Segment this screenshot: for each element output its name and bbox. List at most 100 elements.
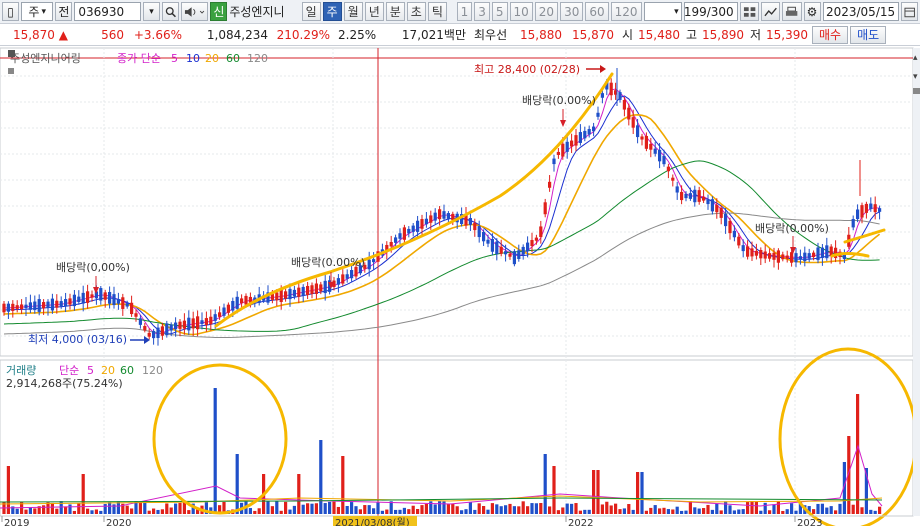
period-month[interactable]: 월 [343,2,363,21]
interval-10[interactable]: 10 [509,2,533,21]
chart-tool-icon[interactable] [760,2,781,21]
volume-bar [618,509,622,514]
candle-body [539,226,543,238]
print-icon[interactable] [782,2,802,21]
candle-body [583,130,587,139]
volume-bar [490,503,494,514]
up-arrow-icon: ▲ [58,27,68,42]
chart-area[interactable]: 주성엔지니어링 종가 단순 5 10 20 60 120 거래량 단순 5 20… [0,46,920,526]
period-week[interactable]: 주 [322,2,342,21]
new-listing-badge: 신 [210,2,228,21]
volume-bar [464,509,468,514]
speaker-icon[interactable] [181,2,209,21]
scroll-down-icon[interactable]: ▾ [913,72,918,82]
volume-bar [781,510,785,514]
candle-body [574,135,578,146]
right-scrollbar[interactable] [913,48,920,516]
gear-icon[interactable]: ⚙ [803,2,821,21]
dividend-annotation-2021: 배당락(0.00%) [522,94,596,107]
volume-legend-ma: 단순 [59,364,79,377]
x-label-2020: 2020 [106,518,131,526]
buy-button[interactable]: 매수 [812,25,849,44]
volume-bar [424,503,428,514]
candle-body [530,240,534,247]
code-dropdown-icon[interactable]: ▾ [143,2,161,21]
volume-bar [578,510,582,514]
volume-bar [130,508,134,514]
interval-30[interactable]: 30 [560,2,584,21]
search-icon[interactable] [162,2,180,21]
scroll-up-icon[interactable]: ▴ [913,53,918,63]
volume-bar [477,503,481,514]
candle-body [825,245,829,259]
candle-body [724,213,728,227]
date-field[interactable]: 2023/05/15 [822,2,899,21]
stock-code-input[interactable]: 036930 [74,2,142,21]
interval-3[interactable]: 3 [474,2,490,21]
candle-body [218,312,222,317]
interval-60[interactable]: 60 [585,2,609,21]
market-select[interactable]: 주 ▾ [21,2,54,21]
volume-bar [266,501,270,514]
volume-bar [367,505,371,514]
interval-120[interactable]: 120 [610,2,642,21]
layout-icon[interactable] [739,2,759,21]
dividend-annotation-2020: 배당락(0.00%) [291,256,365,269]
candle-body [759,249,763,259]
period-tick[interactable]: 틱 [427,2,447,21]
low-label: 저 [750,28,762,42]
candle-body [116,299,120,304]
volume-bar [534,503,538,514]
candle-body [807,253,811,259]
interval-dropdown-icon[interactable]: ▾ [643,2,682,21]
low-price: 15,390 [766,27,808,42]
period-day[interactable]: 일 [301,2,321,21]
volume-bar [187,510,191,514]
calendar-icon[interactable] [900,2,918,21]
interval-1[interactable]: 1 [456,2,473,21]
candle-body [86,291,90,303]
volume-bar [6,466,10,514]
range-field[interactable]: 199/300 [683,2,738,21]
candle-body [11,303,15,311]
volume-bar [688,501,692,514]
quote-bar: 15,870 ▲ 560 +3.66% 1,084,234 210.29% 2.… [0,24,920,46]
period-year[interactable]: 년 [364,2,384,21]
volume-bar [394,509,398,514]
candle-body [55,300,59,308]
candle-body [504,251,508,255]
volume-bar [372,508,376,514]
volume-bar [596,470,600,514]
interval-20[interactable]: 20 [534,2,559,21]
prefix-button[interactable]: 전 [55,2,73,21]
volume-bar [376,502,380,514]
volume-bar [433,504,437,514]
volume-bar [702,508,706,514]
stock-chart[interactable]: 주성엔지니어링 종가 단순 5 10 20 60 120 거래량 단순 5 20… [0,46,920,526]
volume-bar [152,508,156,514]
volume-bar [495,504,499,514]
candle-body [6,303,10,312]
period-minute[interactable]: 분 [385,2,405,21]
volume-bar [728,505,732,514]
interval-5[interactable]: 5 [491,2,508,21]
volume-bar [108,502,112,514]
volume-bar [332,501,336,514]
volume-bar [147,510,151,514]
chart-type-icon[interactable]: ▯ [2,2,19,21]
volume-bar [521,501,525,514]
sell-button[interactable]: 매도 [850,25,887,44]
legend-small-icon [8,68,14,74]
candle-body [534,237,538,241]
candle-body [200,320,204,325]
candle-body [512,251,516,265]
legend-ma-title: 종가 단순 [117,52,161,65]
candle-body [46,301,50,309]
volume-bar [416,508,420,514]
candle-body [389,241,393,247]
volume-bar [174,503,178,514]
panel-toggle-icon[interactable] [913,88,920,94]
candle-body [152,330,156,339]
candle-body [244,295,248,305]
period-second[interactable]: 초 [406,2,426,21]
